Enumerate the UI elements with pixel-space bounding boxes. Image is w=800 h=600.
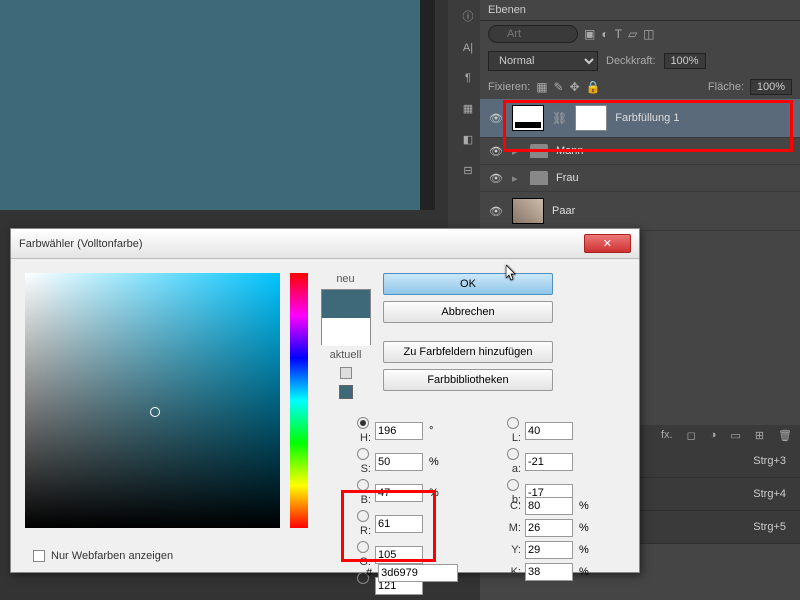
hue-slider[interactable] [290,273,308,528]
l-radio[interactable] [507,417,519,429]
close-button[interactable]: ✕ [584,234,631,253]
adjustment-icon[interactable]: ◑ [710,429,717,442]
layer-row-paar[interactable]: 👁 Paar [480,192,800,231]
annotation-rgb-highlight [341,490,436,562]
dialog-title: Farbwähler (Volltonfarbe) [19,238,143,250]
opacity-value[interactable]: 100% [664,53,706,69]
fx-icon[interactable]: fx. [661,429,673,442]
panel-title: Ebenen [488,4,526,16]
b2-radio[interactable] [507,479,519,491]
fill-label: Fläche: [708,81,744,93]
h-radio[interactable] [357,417,369,429]
adjustments-icon[interactable]: ⊟ [463,164,472,177]
expand-icon[interactable]: ▸ [512,172,522,185]
swatches-icon[interactable]: ◧ [463,133,473,146]
layer-thumb[interactable] [512,198,544,224]
lock-all-icon[interactable]: 🔒 [586,80,601,94]
info-icon[interactable]: ⓘ [463,8,474,24]
grid-icon[interactable]: ▦ [463,102,473,115]
new-label: neu [318,273,373,285]
layer-name: Frau [556,172,579,184]
smart-filter-icon[interactable]: ◫ [643,27,654,41]
cube-icon[interactable] [340,367,352,379]
h-input[interactable] [375,422,423,440]
lock-paint-icon[interactable]: ✎ [554,80,564,94]
lock-label: Fixieren: [488,81,530,93]
lock-trans-icon[interactable]: ▦ [536,80,547,94]
visibility-icon[interactable]: 👁 [488,172,504,185]
l-input[interactable] [525,422,573,440]
current-label: aktuell [318,349,373,361]
m-input[interactable] [525,519,573,537]
new-layer-icon[interactable]: ⊞ [755,429,764,442]
c-input[interactable] [525,497,573,515]
lab-fields: L: a: b: [501,417,594,506]
delete-icon[interactable]: 🗑 [778,429,792,442]
shape-filter-icon[interactable]: ▱ [628,27,637,41]
panel-title-row: Ebenen [480,0,800,21]
color-picker-dialog: Farbwähler (Volltonfarbe) ✕ neu aktuell … [10,228,640,573]
type-icon[interactable]: A| [463,42,473,54]
a-radio[interactable] [507,448,519,460]
hex-label: # [366,567,372,579]
cancel-button[interactable]: Abbrechen [383,301,553,323]
a-input[interactable] [525,453,573,471]
layer-filter-input[interactable] [488,25,578,43]
websafe-swatch[interactable] [339,385,353,399]
color-preview [321,289,371,345]
mask-icon[interactable]: ◻ [687,429,696,442]
cursor-icon [506,265,518,281]
new-color-swatch [322,290,370,318]
layer-name: Paar [552,205,575,217]
add-swatch-button[interactable]: Zu Farbfeldern hinzufügen [383,341,553,363]
k-input[interactable] [525,563,573,581]
ok-button[interactable]: OK [383,273,553,295]
dialog-titlebar[interactable]: Farbwähler (Volltonfarbe) ✕ [11,229,639,259]
type-filter-icon[interactable]: T [615,27,622,41]
visibility-icon[interactable]: 👁 [488,145,504,158]
canvas-area [0,0,435,210]
s-radio[interactable] [357,448,369,460]
webonly-label: Nur Webfarben anzeigen [51,550,173,562]
visibility-icon[interactable]: 👁 [488,205,504,218]
blend-mode-select[interactable]: Normal [488,51,598,71]
fill-value[interactable]: 100% [750,79,792,95]
y-input[interactable] [525,541,573,559]
color-libraries-button[interactable]: Farbbibliotheken [383,369,553,391]
layer-row-frau[interactable]: 👁 ▸ Frau [480,165,800,192]
image-filter-icon[interactable]: ▣ [584,27,595,41]
annotation-layer-highlight [503,100,793,152]
folder-icon [530,171,548,185]
opacity-label: Deckkraft: [606,55,656,67]
current-color-swatch [322,318,370,346]
group-icon[interactable]: ▭ [730,429,740,442]
hex-input[interactable] [378,564,458,582]
adjust-filter-icon[interactable]: ◐ [601,27,608,41]
s-input[interactable] [375,453,423,471]
lock-move-icon[interactable]: ✥ [570,80,580,94]
sv-cursor [150,407,160,417]
visibility-icon[interactable]: 👁 [488,112,504,125]
saturation-value-picker[interactable] [25,273,280,528]
webonly-checkbox[interactable] [33,550,45,562]
cmyk-fields: C:% M:% Y:% K:% [501,497,594,581]
paragraph-icon[interactable]: ¶ [465,72,471,84]
